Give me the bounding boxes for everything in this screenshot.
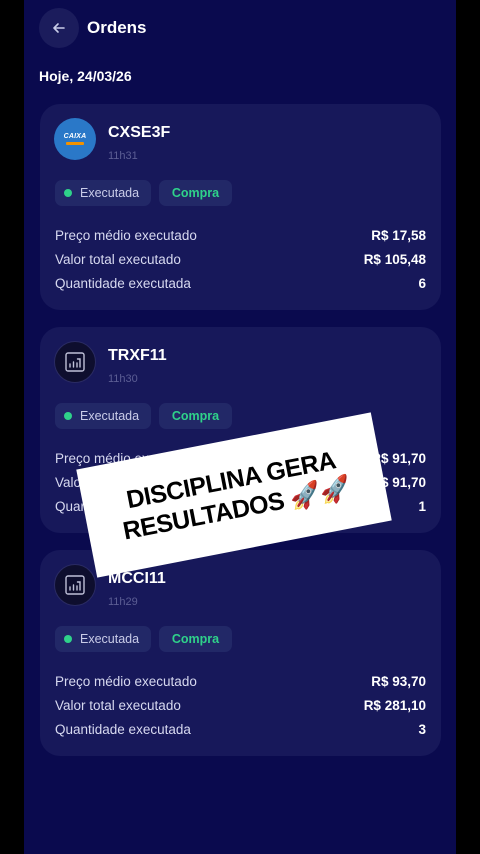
status-label: Executada	[80, 409, 140, 423]
status-label: Executada	[80, 632, 140, 646]
date-label: Hoje, 24/03/26	[39, 68, 132, 84]
detail-value: R$ 281,10	[363, 698, 426, 713]
status-dot-icon	[64, 189, 72, 197]
status-badge: Executada	[55, 626, 151, 652]
order-ticker: CXSE3F	[108, 124, 171, 141]
chart-icon	[65, 575, 85, 595]
chart-icon	[65, 352, 85, 372]
detail-value: 1	[418, 499, 426, 514]
page-title: Ordens	[87, 18, 147, 37]
detail-row: Preço médio executado R$ 93,70	[55, 674, 426, 689]
order-time: 11h31	[108, 150, 138, 162]
detail-row: Quantidade executada 6	[55, 276, 426, 291]
fund-logo	[54, 564, 96, 606]
side-badge: Compra	[159, 403, 232, 429]
status-dot-icon	[64, 412, 72, 420]
caixa-logo-text: CAIXA	[63, 133, 87, 140]
detail-value: R$ 105,48	[363, 252, 426, 267]
caixa-logo-bar	[66, 142, 84, 145]
order-time: 11h29	[108, 596, 138, 608]
detail-label: Quantidade executada	[55, 276, 191, 291]
status-label: Executada	[80, 186, 140, 200]
order-card[interactable]: CAIXA CXSE3F 11h31 Executada Compra Preç…	[40, 104, 441, 310]
detail-label: Valor total executado	[55, 252, 181, 267]
detail-value: 3	[418, 722, 426, 737]
detail-row: Valor total executado R$ 105,48	[55, 252, 426, 267]
status-badge: Executada	[55, 403, 151, 429]
detail-value: 6	[418, 276, 426, 291]
side-badge: Compra	[159, 626, 232, 652]
order-card[interactable]: MCCI11 11h29 Executada Compra Preço médi…	[40, 550, 441, 756]
caixa-logo: CAIXA	[54, 118, 96, 160]
detail-label: Valor total executado	[55, 698, 181, 713]
fund-logo	[54, 341, 96, 383]
arrow-left-icon	[53, 23, 65, 33]
detail-row: Quantidade executada 3	[55, 722, 426, 737]
order-ticker: TRXF11	[108, 347, 167, 364]
back-button[interactable]	[39, 8, 79, 48]
status-badge: Executada	[55, 180, 151, 206]
detail-label: Quantidade executada	[55, 722, 191, 737]
status-dot-icon	[64, 635, 72, 643]
orders-screen: Ordens Hoje, 24/03/26 CAIXA CXSE3F 11h31…	[24, 0, 456, 854]
detail-row: Valor total executado R$ 281,10	[55, 698, 426, 713]
header: Ordens	[39, 8, 147, 48]
order-time: 11h30	[108, 373, 138, 385]
detail-value: R$ 93,70	[371, 674, 426, 689]
detail-label: Preço médio executado	[55, 228, 197, 243]
side-badge: Compra	[159, 180, 232, 206]
detail-row: Preço médio executado R$ 17,58	[55, 228, 426, 243]
detail-label: Preço médio executado	[55, 674, 197, 689]
detail-value: R$ 17,58	[371, 228, 426, 243]
